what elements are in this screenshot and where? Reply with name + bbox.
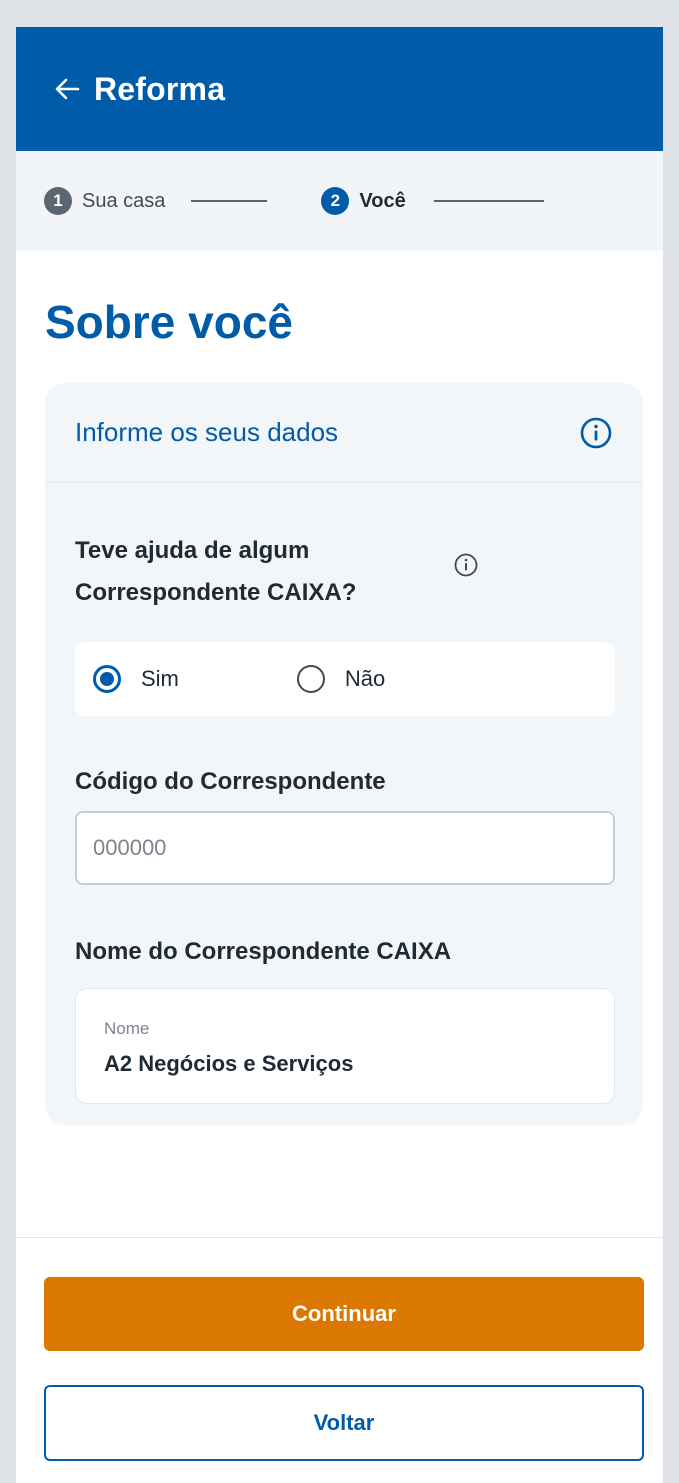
progress-stepper: 1 Sua casa 2 Você [16, 151, 663, 251]
card-header: Informe os seus dados [45, 383, 643, 483]
app-bar: Reforma [16, 27, 663, 151]
name-field-label: Nome do Correspondente CAIXA [75, 938, 452, 965]
step-voce: 2 Você [321, 187, 406, 215]
step-sua-casa: 1 Sua casa [44, 187, 165, 215]
info-icon[interactable] [453, 552, 479, 578]
code-field-label: Código do Correspondente [75, 768, 386, 795]
step-connector [433, 200, 544, 202]
footer-divider [16, 1237, 663, 1238]
correspondent-name-display: Nome A2 Negócios e Serviços [75, 988, 615, 1104]
page-title: Sobre você [45, 296, 293, 348]
correspondent-question: Teve ajuda de algum Correspondente CAIXA… [75, 537, 357, 606]
back-action-button[interactable]: Voltar [44, 1385, 644, 1461]
arrow-left-icon [54, 76, 80, 102]
step-number-badge: 1 [44, 187, 72, 215]
info-icon[interactable] [579, 416, 613, 450]
card-title: Informe os seus dados [75, 417, 339, 447]
radio-label: Sim [141, 666, 179, 691]
step-number-badge: 2 [321, 187, 350, 215]
radio-nao[interactable]: Não [296, 665, 386, 693]
help-radio-group: Sim Não [75, 642, 615, 716]
correspondent-code-input[interactable] [75, 811, 615, 885]
step-label: Sua casa [82, 189, 166, 212]
step-connector [191, 200, 268, 202]
name-caption: Nome [104, 1019, 150, 1038]
radio-label: Não [344, 666, 386, 691]
step-label: Você [359, 189, 406, 212]
app-bar-title: Reforma [94, 70, 226, 107]
back-button[interactable]: Reforma [54, 71, 225, 108]
data-form-card: Informe os seus dados Teve ajuda de algu… [45, 383, 643, 1125]
radio-unchecked-icon [296, 665, 325, 693]
continue-button[interactable]: Continuar [44, 1277, 644, 1351]
radio-sim[interactable]: Sim [93, 665, 179, 693]
radio-checked-icon [93, 665, 121, 693]
screen: Reforma 1 Sua casa 2 Você Sobre você Inf… [16, 27, 663, 1483]
name-value: A2 Negócios e Serviços [104, 1051, 354, 1076]
